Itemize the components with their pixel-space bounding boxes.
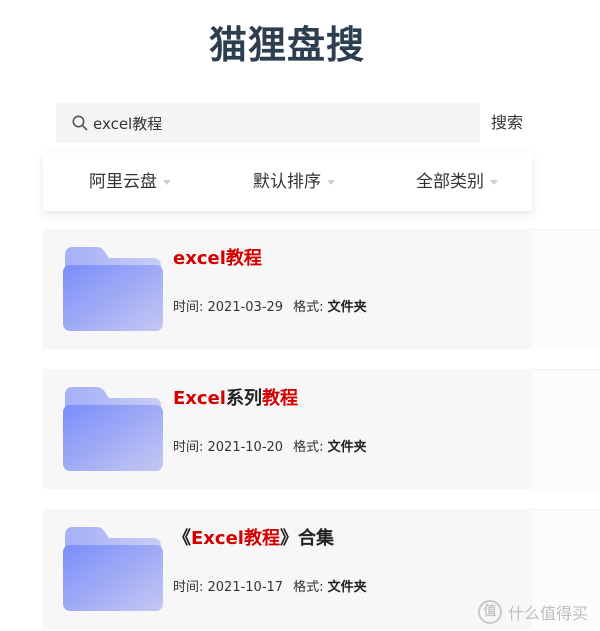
app-title: 猫狸盘搜 [208, 23, 365, 67]
search-box[interactable] [56, 103, 480, 143]
result-time: 2021-10-17 [207, 580, 284, 595]
folder-icon [61, 525, 163, 611]
meta-format-label: 格式: [293, 580, 328, 595]
search-button[interactable]: 搜索 [482, 103, 532, 143]
filter-drive-label: 阿里云盘 [89, 172, 157, 192]
meta-format-label: 格式: [293, 300, 328, 315]
result-title[interactable]: 《Excel教程》合集 [173, 524, 334, 550]
meta-time-label: 时间: [173, 300, 208, 315]
result-title[interactable]: excel教程 [173, 244, 262, 270]
keyword-highlight: Excel教程 [191, 528, 280, 549]
filter-bar: 阿里云盘 默认排序 全部类别 [43, 153, 532, 211]
watermark: 值什么值得买 [478, 600, 588, 624]
chevron-down-icon [490, 179, 498, 185]
title-text: 《 [173, 528, 191, 549]
watermark-logo: 值 [478, 600, 502, 624]
folder-icon [61, 245, 163, 331]
result-card[interactable]: excel教程 时间: 2021-03-29 格式: 文件夹 [43, 229, 532, 349]
filter-sort-label: 默认排序 [253, 172, 321, 192]
title-text: 系列 [225, 388, 262, 409]
watermark-text: 什么值得买 [508, 604, 589, 623]
card-edge [532, 229, 600, 350]
meta-format-label: 格式: [293, 440, 328, 455]
filter-category[interactable]: 全部类别 [416, 153, 498, 211]
filter-sort[interactable]: 默认排序 [253, 153, 335, 211]
meta-time-label: 时间: [173, 580, 208, 595]
search-icon [71, 114, 89, 132]
result-format: 文件夹 [327, 440, 367, 455]
result-format: 文件夹 [327, 300, 367, 315]
keyword-highlight: excel教程 [173, 248, 262, 269]
result-card[interactable]: 《Excel教程》合集 时间: 2021-10-17 格式: 文件夹 [43, 509, 532, 629]
result-meta: 时间: 2021-10-17 格式: 文件夹 [173, 576, 367, 595]
result-time: 2021-03-29 [207, 300, 284, 315]
meta-time-label: 时间: [173, 440, 208, 455]
result-meta: 时间: 2021-03-29 格式: 文件夹 [173, 296, 367, 315]
folder-icon [61, 385, 163, 471]
result-card[interactable]: Excel系列教程 时间: 2021-10-20 格式: 文件夹 [43, 369, 532, 489]
chevron-down-icon [327, 179, 335, 185]
result-time: 2021-10-20 [207, 440, 284, 455]
filter-drive[interactable]: 阿里云盘 [89, 153, 171, 211]
result-meta: 时间: 2021-10-20 格式: 文件夹 [173, 436, 367, 455]
keyword-highlight: Excel [173, 388, 226, 409]
search-input[interactable] [93, 114, 473, 132]
filter-category-label: 全部类别 [416, 172, 484, 192]
title-text: 》合集 [279, 528, 334, 549]
result-format: 文件夹 [327, 580, 367, 595]
chevron-down-icon [163, 179, 171, 185]
result-title[interactable]: Excel系列教程 [173, 384, 298, 410]
card-edge [532, 369, 600, 490]
keyword-highlight: 教程 [261, 388, 298, 409]
